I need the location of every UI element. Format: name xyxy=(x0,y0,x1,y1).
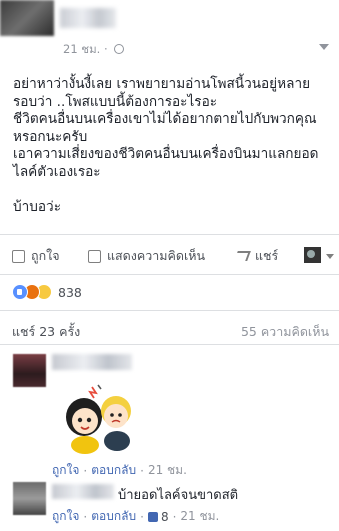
thumbs-up-icon xyxy=(12,249,25,263)
share-label: แชร์ xyxy=(255,248,279,263)
comment-label: แสดงความคิดเห็น xyxy=(107,248,206,263)
thumbs-up-icon xyxy=(147,511,158,522)
comment-reply-link[interactable]: ตอบกลับ xyxy=(91,461,136,480)
chevron-down-icon[interactable] xyxy=(319,44,329,50)
author-avatar[interactable] xyxy=(0,0,54,36)
comment-button[interactable]: แสดงความคิดเห็น xyxy=(88,246,205,266)
comment-actions: ถูกใจ · ตอบกลับ · 21 ชม. xyxy=(52,461,187,480)
share-button[interactable]: แชร์ xyxy=(234,246,279,266)
chevron-down-icon[interactable] xyxy=(326,254,334,259)
globe-icon xyxy=(114,44,125,54)
post-stats: แชร์ 23 ครั้ง 55 ความคิดเห็น xyxy=(0,320,339,340)
comment-count[interactable]: 55 ความคิดเห็น xyxy=(241,322,329,342)
comment-reply-link[interactable]: ตอบกลับ xyxy=(91,507,136,526)
reaction-count: 838 xyxy=(58,284,82,300)
divider xyxy=(0,344,339,345)
share-count[interactable]: แชร์ 23 ครั้ง xyxy=(12,322,80,342)
commenter-name[interactable] xyxy=(52,484,114,499)
comment-like-link[interactable]: ถูกใจ xyxy=(52,461,79,480)
share-as-avatar[interactable] xyxy=(304,247,321,263)
author-name[interactable] xyxy=(60,8,116,28)
divider xyxy=(0,310,339,311)
commenter-name[interactable] xyxy=(52,354,132,370)
post-timestamp[interactable]: 21 ชม. xyxy=(63,42,100,56)
sticker-image xyxy=(66,384,131,454)
comment-icon xyxy=(88,249,101,263)
comment-like-count[interactable]: 8 xyxy=(161,510,169,524)
facebook-post: 21 ชม. · อย่าหาว่างั้นงี้เลย เราพยายามอ่… xyxy=(0,0,339,531)
like-button[interactable]: ถูกใจ xyxy=(12,246,60,266)
post-header: 21 ชม. · xyxy=(0,0,339,60)
post-body: อย่าหาว่างั้นงี้เลย เราพยายามอ่านโพสนี้ว… xyxy=(13,76,319,215)
reactions-summary[interactable]: 838 xyxy=(12,284,82,300)
divider xyxy=(0,274,339,275)
commenter-avatar[interactable] xyxy=(13,354,46,387)
divider xyxy=(0,234,339,235)
share-icon xyxy=(234,251,251,261)
comment-timestamp[interactable]: 21 ชม. xyxy=(180,507,219,526)
comment-like-link[interactable]: ถูกใจ xyxy=(52,507,79,526)
comment-actions: ถูกใจ · ตอบกลับ · 8 · 21 ชม. xyxy=(52,507,219,526)
like-reaction-icon xyxy=(12,284,28,300)
comment-timestamp[interactable]: 21 ชม. xyxy=(148,461,187,480)
post-actions: ถูกใจ แสดงความคิดเห็น แชร์ xyxy=(0,246,339,268)
commenter-avatar[interactable] xyxy=(13,482,46,515)
like-label: ถูกใจ xyxy=(31,248,60,263)
comment-text: บ้ายอดไลค์จนขาดสติ xyxy=(118,488,239,503)
post-meta: 21 ชม. · xyxy=(63,41,125,59)
